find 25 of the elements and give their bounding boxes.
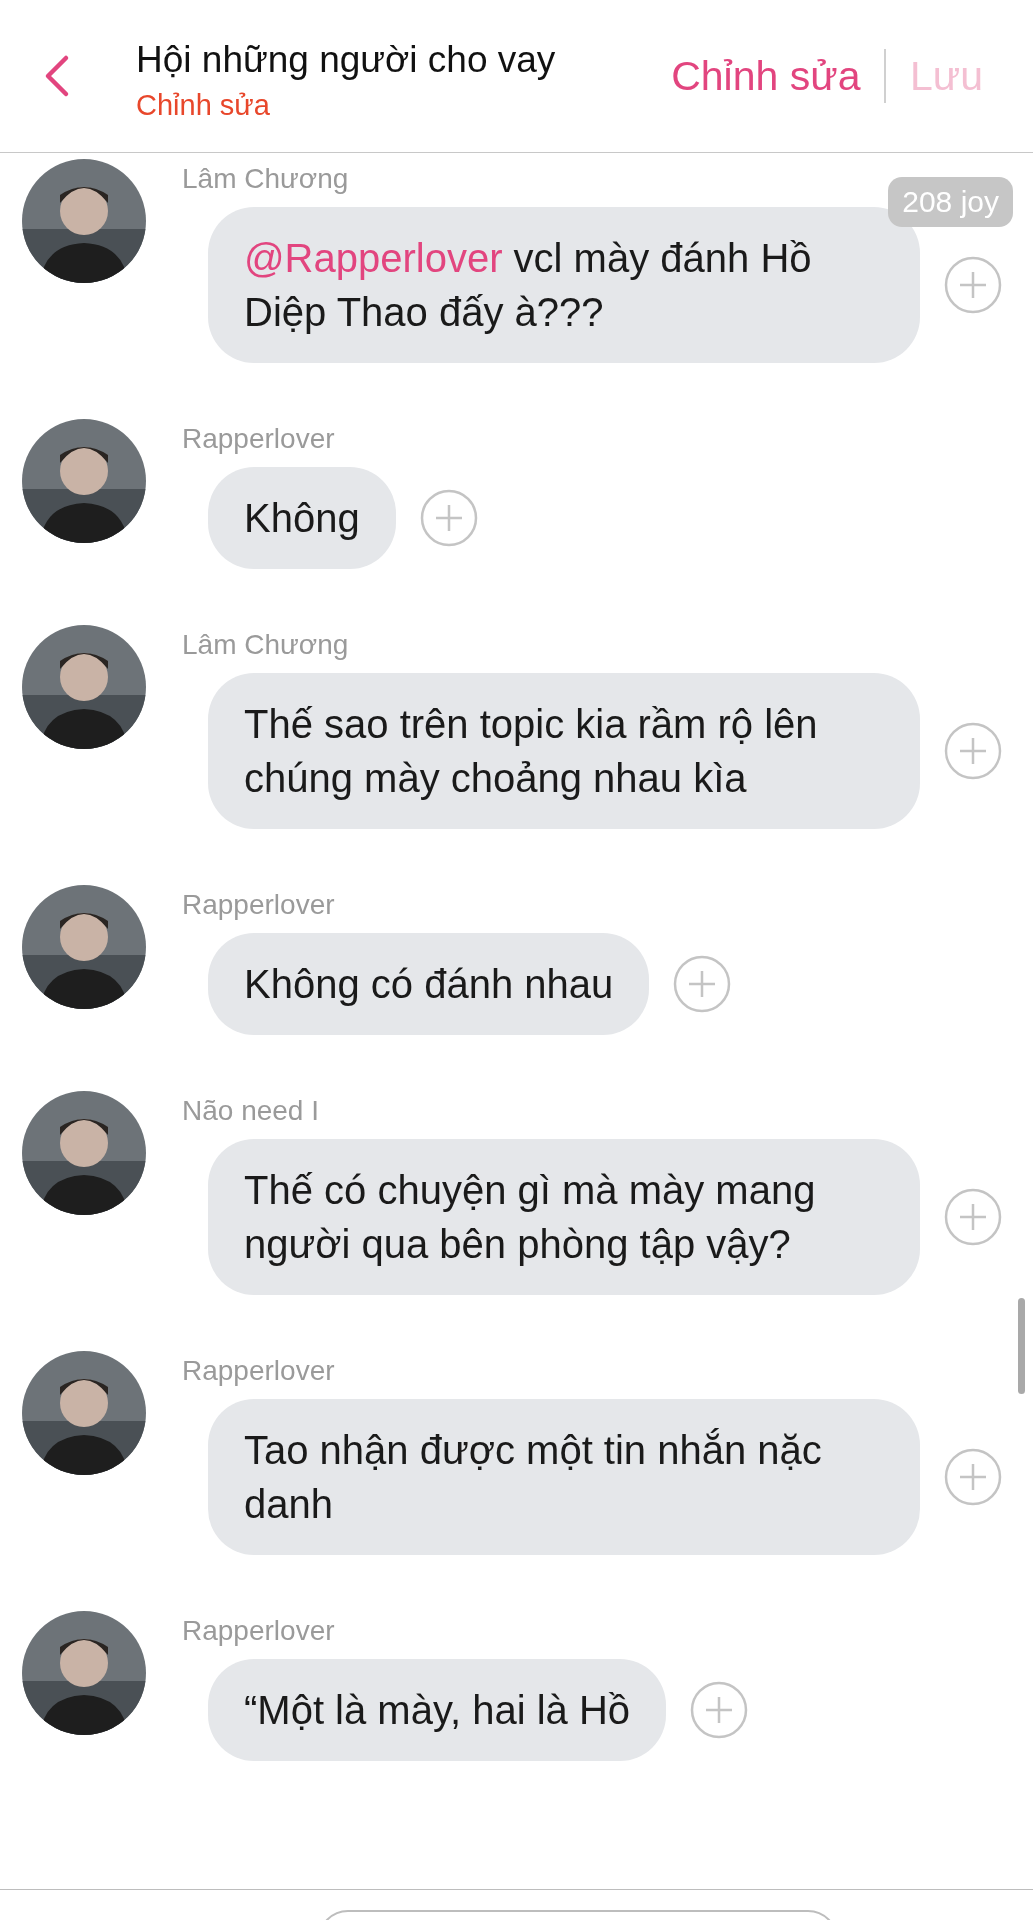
add-reaction-button[interactable] bbox=[944, 256, 1002, 314]
message-bubble: Tao nhận được một tin nhắn nặc danh bbox=[208, 1399, 920, 1555]
mention-link[interactable]: @Rapperlover bbox=[244, 236, 503, 280]
add-reaction-button[interactable] bbox=[690, 1681, 749, 1739]
sender-name: Lâm Chương bbox=[182, 629, 349, 661]
add-reaction-button[interactable] bbox=[944, 1448, 1002, 1506]
message-bubble: “Một là mày, hai là Hồ bbox=[208, 1659, 667, 1761]
add-reaction-button[interactable] bbox=[944, 722, 1002, 780]
sender-name: Lâm Chương bbox=[182, 163, 349, 195]
edit-button[interactable]: Chỉnh sửa bbox=[647, 52, 885, 100]
message-bubble: Không bbox=[208, 467, 396, 569]
message-bubble: Thế có chuyện gì mà mày mang người qua bên phòng tập vậy? bbox=[208, 1139, 920, 1295]
add-reaction-button[interactable] bbox=[673, 955, 732, 1013]
scrollbar[interactable] bbox=[1018, 1298, 1025, 1394]
sender-name: Rapperlover bbox=[182, 1615, 335, 1647]
message-bubble: Không có đánh nhau bbox=[208, 933, 650, 1035]
add-reaction-button[interactable] bbox=[944, 1188, 1002, 1246]
sender-name: Rapperlover bbox=[182, 889, 335, 921]
chat-title: Hội những người cho vay bbox=[136, 38, 557, 81]
edit-link[interactable]: Chỉnh sửa bbox=[136, 88, 270, 122]
add-reaction-button[interactable] bbox=[419, 489, 478, 547]
sender-name: Não need I bbox=[182, 1095, 319, 1127]
sender-name: Rapperlover bbox=[182, 1355, 335, 1387]
sender-name: Rapperlover bbox=[182, 423, 335, 455]
message-bubble: Thế sao trên topic kia rầm rộ lên chúng mày choảng nhau kìa bbox=[208, 673, 920, 829]
